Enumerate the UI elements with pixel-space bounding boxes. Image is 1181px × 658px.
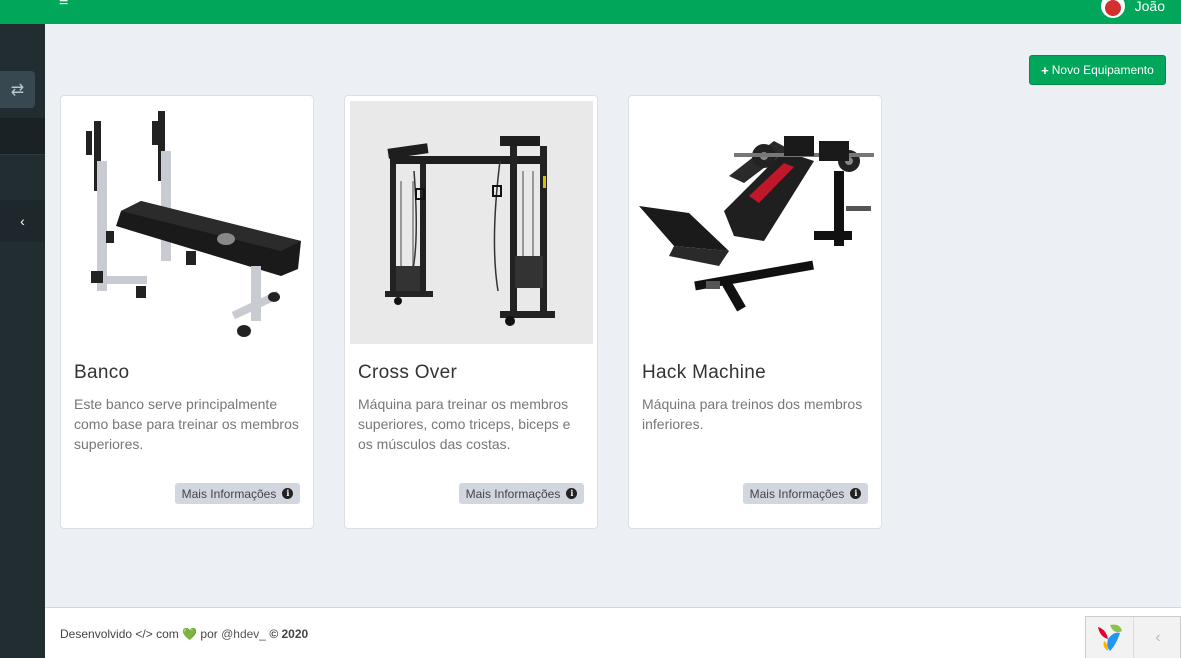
- more-info-label: Mais Informações: [465, 486, 561, 501]
- equipment-card: Banco Este banco serve principalmente co…: [60, 95, 314, 529]
- info-icon: i: [850, 488, 862, 499]
- avatar: [1100, 0, 1125, 18]
- sidebar-section: [0, 154, 45, 200]
- hamburger-icon[interactable]: ≡: [59, 0, 68, 11]
- top-navbar: ≡ João: [45, 0, 1181, 24]
- equipment-description: Máquina para treinar os membros superior…: [358, 396, 571, 452]
- sidebar-section: [0, 118, 45, 154]
- footer-text: Desenvolvido </> com 💚 por @hdev_ © 2020: [60, 627, 308, 641]
- sidebar: ⇄ ‹: [0, 0, 45, 658]
- footer: Desenvolvido </> com 💚 por @hdev_ © 2020: [45, 607, 1181, 658]
- footer-copyright: © 2020: [269, 627, 309, 641]
- info-icon: i: [282, 488, 294, 499]
- more-info-label: Mais Informações: [181, 486, 277, 501]
- user-menu[interactable]: João: [1100, 0, 1181, 18]
- footer-with: com: [156, 627, 179, 641]
- sidebar-user-panel: [0, 24, 45, 64]
- more-info-button[interactable]: Mais Informações i: [175, 483, 300, 504]
- equipment-name: Cross Over: [358, 362, 458, 383]
- more-info-label: Mais Informações: [749, 486, 845, 501]
- framework-logo-icon[interactable]: [1086, 617, 1134, 658]
- equipment-name: Banco: [74, 362, 130, 383]
- sidebar-logo-area: [0, 0, 45, 24]
- chevron-left-icon[interactable]: ‹: [0, 200, 45, 242]
- code-icon: </>: [135, 627, 153, 641]
- new-equipment-label: Novo Equipamento: [1051, 63, 1154, 77]
- hack-machine-image: [634, 101, 877, 344]
- heart-icon: 💚: [182, 627, 198, 641]
- equipment-description: Este banco serve principalmente como bas…: [74, 396, 299, 452]
- equipment-card: Cross Over Máquina para treinar os membr…: [344, 95, 598, 529]
- user-name: João: [1134, 0, 1165, 14]
- equipment-description: Máquina para treinos dos membros inferio…: [642, 396, 863, 432]
- chevron-left-icon[interactable]: ‹: [1134, 617, 1181, 658]
- footer-developed: Desenvolvido: [60, 627, 133, 641]
- bench-image: [66, 101, 309, 344]
- equipment-card: Hack Machine Máquina para treinos dos me…: [628, 95, 882, 529]
- plus-icon: +: [1041, 62, 1049, 78]
- equipment-name: Hack Machine: [642, 362, 766, 383]
- cross-over-image: [350, 101, 593, 344]
- debug-toolbar: ‹: [1085, 616, 1181, 658]
- exchange-icon[interactable]: ⇄: [0, 71, 35, 108]
- footer-by: por: [200, 627, 218, 641]
- more-info-button[interactable]: Mais Informações i: [459, 483, 584, 504]
- author-link[interactable]: @hdev_: [221, 627, 266, 641]
- more-info-button[interactable]: Mais Informações i: [743, 483, 868, 504]
- info-icon: i: [566, 488, 578, 499]
- new-equipment-button[interactable]: + Novo Equipamento: [1029, 55, 1166, 85]
